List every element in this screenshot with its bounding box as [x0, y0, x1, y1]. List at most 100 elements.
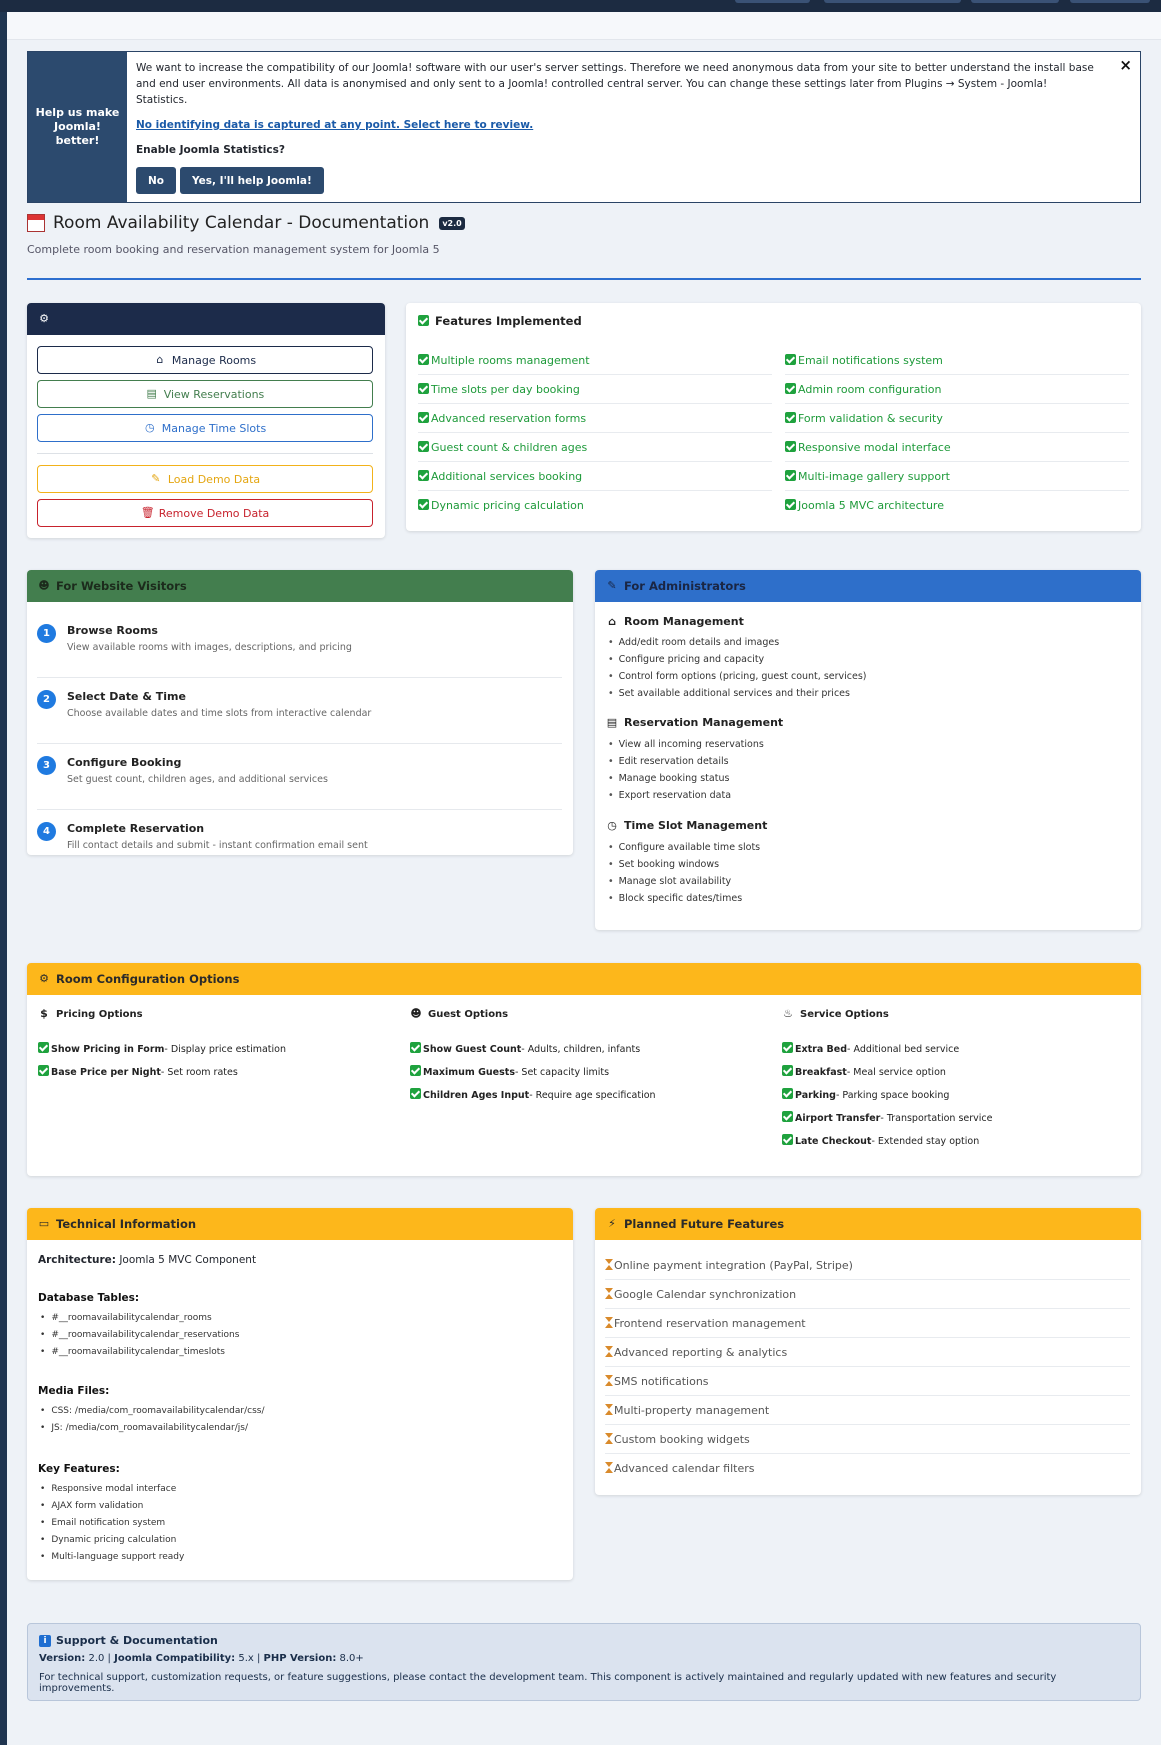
feature-item: Email notifications system	[785, 346, 1129, 375]
administrators-header: ✎ For Administrators	[595, 570, 1141, 602]
check-icon	[410, 1042, 421, 1053]
clipboard-icon: ▤	[146, 387, 157, 400]
database-table-item: #__roomavailabilitycalendar_reservations	[40, 1330, 239, 1340]
check-icon	[782, 1134, 793, 1145]
admin-list-item: Configure pricing and capacity	[608, 654, 765, 665]
page-subtitle: Complete room booking and reservation ma…	[27, 243, 440, 256]
step-desc: View available rooms with images, descri…	[67, 642, 352, 653]
check-icon	[785, 470, 796, 481]
stats-yes-button[interactable]: Yes, I'll help Joomla!	[180, 167, 324, 194]
page-title: Room Availability Calendar - Documentati…	[27, 213, 465, 233]
money-bag-icon: $	[40, 1007, 48, 1020]
config-option: Extra Bed- Additional bed service	[782, 1042, 959, 1055]
people-icon: ☻	[410, 1007, 422, 1020]
future-feature-item: Google Calendar synchronization	[605, 1280, 1130, 1309]
stats-question: Enable Joomla Statistics?	[136, 144, 285, 156]
toolbar-button[interactable]	[824, 0, 961, 3]
hourglass-icon	[605, 1317, 613, 1328]
check-icon	[418, 412, 429, 423]
toolbar-button[interactable]	[971, 0, 1059, 3]
feature-item: Joomla 5 MVC architecture	[785, 491, 1129, 520]
stats-message: We want to increase the compatibility of…	[136, 62, 1094, 106]
stats-side-label: Help us make Joomla! better!	[28, 52, 127, 202]
visitors-card: ☻ For Website Visitors 1 Browse Rooms Vi…	[27, 570, 573, 855]
step-number: 1	[37, 624, 56, 643]
administrators-card: ✎ For Administrators ⌂Room Management Ad…	[595, 570, 1141, 930]
admin-section-title: ⌂ Room Management	[606, 615, 744, 628]
remove-demo-data-button[interactable]: 🗑 Remove Demo Data	[37, 499, 373, 527]
config-option: Show Guest Count- Adults, children, infa…	[410, 1042, 640, 1055]
hourglass-icon	[605, 1433, 613, 1444]
future-feature-item: Online payment integration (PayPal, Stri…	[605, 1251, 1130, 1280]
feature-item: Dynamic pricing calculation	[418, 491, 772, 520]
check-icon	[418, 441, 429, 452]
feature-item: Form validation & security	[785, 404, 1129, 433]
visitors-header: ☻ For Website Visitors	[27, 570, 573, 602]
key-features-title: Key Features:	[38, 1463, 120, 1475]
feature-item: Admin room configuration	[785, 375, 1129, 404]
hourglass-icon	[605, 1375, 613, 1386]
step-title: Select Date & Time	[67, 690, 186, 703]
step-number: 4	[37, 822, 56, 841]
manage-rooms-button[interactable]: ⌂ Manage Rooms	[37, 346, 373, 374]
check-icon	[785, 383, 796, 394]
check-icon	[410, 1065, 421, 1076]
future-feature-item: Multi-property management	[605, 1396, 1130, 1425]
admin-list-item: Block specific dates/times	[608, 893, 743, 904]
admin-section-title: ◷ Time Slot Management	[607, 819, 768, 832]
step-title: Browse Rooms	[67, 624, 158, 637]
room-config-card: ⚙ Room Configuration Options $ Pricing Op…	[27, 963, 1141, 1176]
check-icon	[782, 1065, 793, 1076]
config-option: Maximum Guests- Set capacity limits	[410, 1065, 609, 1078]
key-feature-item: Responsive modal interface	[40, 1484, 176, 1494]
future-feature-item: Advanced calendar filters	[605, 1454, 1130, 1483]
page-title-text: Room Availability Calendar - Documentati…	[53, 213, 430, 233]
support-text: For technical support, customization req…	[39, 1672, 1057, 1694]
room-config-header: ⚙ Room Configuration Options	[27, 963, 1141, 995]
feature-item: Multiple rooms management	[418, 346, 772, 375]
quick-actions-card: ⚙ ⌂ Manage Rooms ▤ View Reservations ◷ Mana…	[27, 303, 385, 538]
admin-list-item: Configure available time slots	[608, 842, 761, 853]
toolbar-button[interactable]	[735, 0, 810, 3]
technical-info-header: ▭ Technical Information	[27, 1208, 573, 1240]
check-icon	[785, 441, 796, 452]
stats-review-link[interactable]: No identifying data is captured at any p…	[136, 117, 1100, 133]
document-icon: ▤	[606, 716, 618, 729]
feature-item: Guest count & children ages	[418, 433, 772, 462]
check-icon	[418, 499, 429, 510]
hourglass-icon	[605, 1462, 613, 1473]
toolbar-button[interactable]	[1070, 0, 1150, 3]
admin-list-item: Set booking windows	[608, 859, 719, 870]
media-file-item: CSS: /media/com_roomavailabilitycalendar…	[40, 1406, 264, 1416]
feature-item: Advanced reservation forms	[418, 404, 772, 433]
check-icon	[782, 1042, 793, 1053]
media-files-title: Media Files:	[38, 1385, 110, 1397]
step-item: 2 Select Date & Time Choose available da…	[37, 678, 562, 744]
people-icon: ☻	[38, 579, 50, 592]
feature-item: Time slots per day booking	[418, 375, 772, 404]
feature-item: Multi-image gallery support	[785, 462, 1129, 491]
left-sidebar-strip	[0, 0, 7, 1745]
house-icon: ⌂	[156, 353, 164, 366]
admin-list-item: Manage slot availability	[608, 876, 732, 887]
view-reservations-button[interactable]: ▤ View Reservations	[37, 380, 373, 408]
future-feature-item: Advanced reporting & analytics	[605, 1338, 1130, 1367]
key-feature-item: AJAX form validation	[40, 1501, 143, 1511]
manage-time-slots-button[interactable]: ◷ Manage Time Slots	[37, 414, 373, 442]
close-icon[interactable]: ×	[1119, 56, 1132, 74]
load-demo-data-button[interactable]: ✎ Load Demo Data	[37, 465, 373, 493]
hourglass-icon	[605, 1346, 613, 1357]
key-feature-item: Multi-language support ready	[40, 1552, 184, 1562]
step-desc: Set guest count, children ages, and addi…	[67, 774, 328, 785]
admin-list-item: Manage booking status	[608, 773, 730, 784]
config-option: Base Price per Night- Set room rates	[38, 1065, 238, 1078]
clock-icon: ◷	[607, 819, 617, 832]
key-feature-item: Dynamic pricing calculation	[40, 1535, 176, 1545]
gear-icon: ⚙	[39, 972, 49, 985]
header-divider	[27, 278, 1141, 280]
support-title: i Support & Documentation	[39, 1634, 1129, 1647]
clock-icon: ◷	[144, 421, 155, 434]
stats-no-button[interactable]: No	[136, 167, 177, 194]
step-desc: Choose available dates and time slots fr…	[67, 708, 372, 719]
check-icon	[785, 499, 796, 510]
